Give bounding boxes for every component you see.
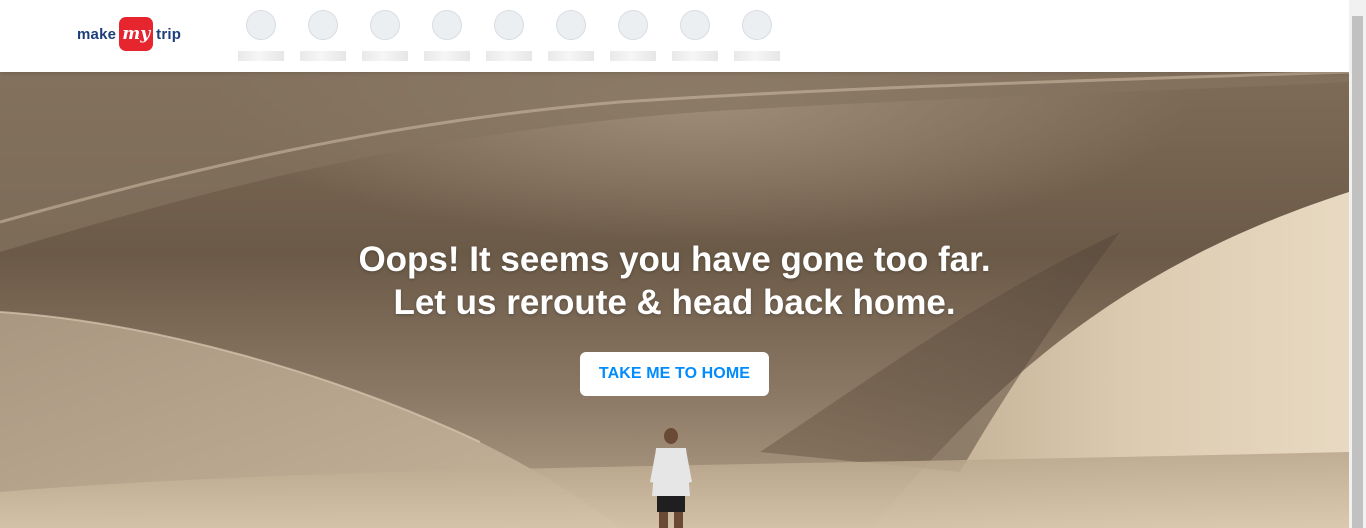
placeholder-label — [672, 51, 718, 61]
nav-item-placeholder[interactable] — [238, 10, 284, 61]
error-message-block: Oops! It seems you have gone too far. Le… — [0, 238, 1349, 396]
placeholder-label — [486, 51, 532, 61]
logo-text-trip: trip — [156, 25, 182, 43]
nav-item-placeholder[interactable] — [548, 10, 594, 61]
placeholder-icon — [308, 10, 338, 40]
vertical-scrollbar[interactable] — [1349, 0, 1366, 528]
placeholder-icon — [370, 10, 400, 40]
placeholder-label — [610, 51, 656, 61]
nav-item-placeholder[interactable] — [424, 10, 470, 61]
placeholder-icon — [246, 10, 276, 40]
placeholder-icon — [618, 10, 648, 40]
nav-item-placeholder[interactable] — [610, 10, 656, 61]
nav-item-placeholder[interactable] — [486, 10, 532, 61]
placeholder-icon — [680, 10, 710, 40]
error-message-line1: Oops! It seems you have gone too far. — [358, 240, 991, 279]
placeholder-label — [238, 51, 284, 61]
error-message-line2: Let us reroute & head back home. — [393, 283, 956, 322]
scrollbar-thumb[interactable] — [1352, 16, 1363, 528]
error-page: make my trip Oops! It seems you have gon… — [0, 0, 1366, 528]
placeholder-label — [424, 51, 470, 61]
makemytrip-logo[interactable]: make my trip — [77, 17, 181, 51]
placeholder-label — [548, 51, 594, 61]
placeholder-label — [300, 51, 346, 61]
nav-item-placeholder[interactable] — [362, 10, 408, 61]
placeholder-icon — [556, 10, 586, 40]
nav-item-placeholder[interactable] — [672, 10, 718, 61]
nav-item-placeholder[interactable] — [300, 10, 346, 61]
placeholder-icon — [432, 10, 462, 40]
take-me-home-button[interactable]: TAKE ME TO HOME — [580, 352, 769, 396]
top-header: make my trip — [0, 0, 1349, 72]
hero-section: Oops! It seems you have gone too far. Le… — [0, 72, 1349, 528]
logo-text-make: make — [77, 25, 117, 43]
nav-menu-loading — [238, 10, 796, 61]
placeholder-label — [362, 51, 408, 61]
placeholder-icon — [494, 10, 524, 40]
placeholder-icon — [742, 10, 772, 40]
logo-my-badge: my — [119, 17, 154, 51]
placeholder-label — [734, 51, 780, 61]
nav-item-placeholder[interactable] — [734, 10, 780, 61]
